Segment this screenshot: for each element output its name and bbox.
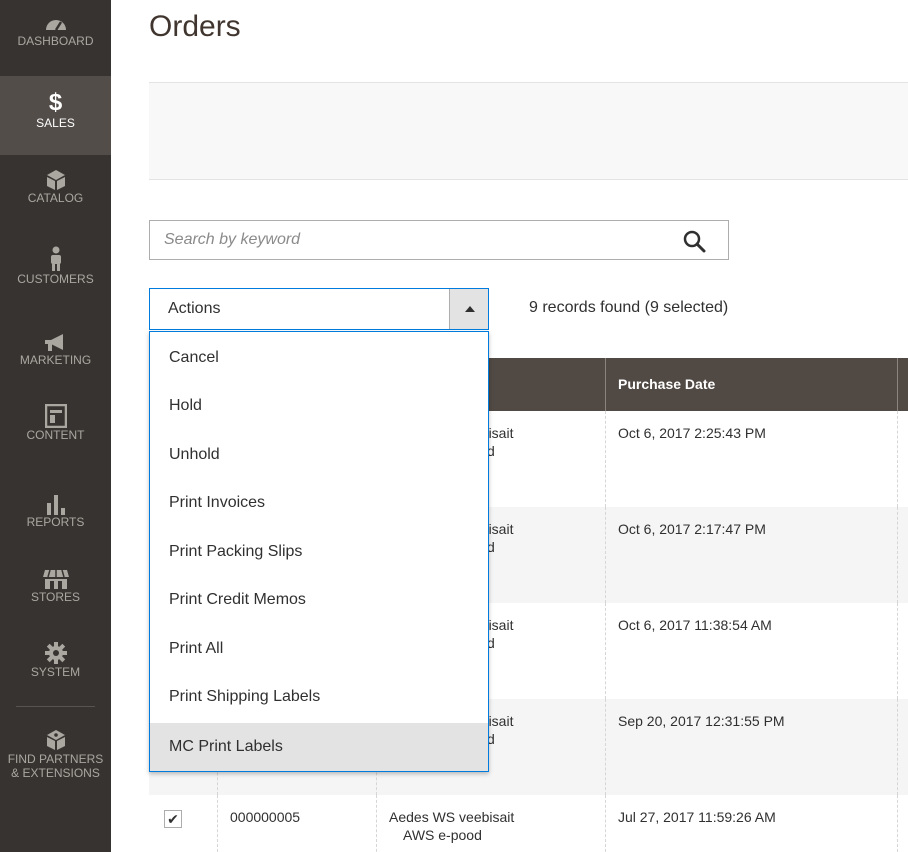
- cell-next: [897, 699, 908, 795]
- nav-label-reports: REPORTS: [26, 515, 85, 529]
- cell-purchase-date: Oct 6, 2017 2:25:43 PM: [605, 411, 897, 507]
- action-print-invoices[interactable]: Print Invoices: [150, 479, 488, 527]
- mass-actions-select[interactable]: Actions: [149, 288, 489, 330]
- nav-label-dashboard: DASHBOARD: [17, 34, 94, 48]
- box-icon: [46, 170, 65, 190]
- search-icon[interactable]: [682, 229, 706, 253]
- admin-sidebar: DASHBOARD $ SALES CATALOG CUSTOMERS MARK…: [0, 0, 111, 852]
- keyword-search: [149, 220, 729, 260]
- nav-label-partners-1: FIND PARTNERS: [7, 752, 104, 766]
- puzzle-cube-icon: [46, 730, 65, 750]
- chevron-up-icon: [465, 306, 475, 312]
- cell-purchase-date: Sep 20, 2017 12:31:55 PM: [605, 699, 897, 795]
- nav-label-content: CONTENT: [26, 428, 85, 442]
- cell-purchase-date: Oct 6, 2017 2:17:47 PM: [605, 507, 897, 603]
- action-unhold[interactable]: Unhold: [150, 431, 488, 479]
- store-line2: AWS e-pood: [403, 827, 482, 843]
- cell-purchase-date: Jul 27, 2017 11:59:26 AM: [605, 795, 897, 852]
- cell-next: [897, 507, 908, 603]
- cell-select: ✔: [149, 795, 217, 852]
- nav-label-catalog: CATALOG: [27, 191, 84, 205]
- nav-label-system: SYSTEM: [30, 665, 81, 679]
- action-print-all[interactable]: Print All: [150, 625, 488, 673]
- actions-toggle-button[interactable]: [449, 289, 488, 329]
- page-actions-bar: [149, 82, 908, 180]
- action-print-shipping-labels[interactable]: Print Shipping Labels: [150, 673, 488, 721]
- page-title: Orders: [149, 10, 241, 43]
- records-count: 9 records found (9 selected): [529, 299, 729, 316]
- layout-icon: [44, 404, 67, 428]
- action-hold[interactable]: Hold: [150, 382, 488, 430]
- nav-item-dashboard[interactable]: DASHBOARD: [0, 0, 111, 76]
- cell-next: [897, 411, 908, 507]
- nav-item-reports[interactable]: REPORTS: [0, 471, 111, 550]
- nav-item-customers[interactable]: CUSTOMERS: [0, 234, 111, 313]
- nav-label-customers: CUSTOMERS: [17, 272, 94, 286]
- cell-next: [897, 603, 908, 699]
- action-print-packing-slips[interactable]: Print Packing Slips: [150, 528, 488, 576]
- nav-item-content[interactable]: CONTENT: [0, 392, 111, 471]
- sidebar-divider: [16, 706, 95, 707]
- nav-item-system[interactable]: SYSTEM: [0, 629, 111, 706]
- bar-chart-icon: [46, 495, 65, 515]
- gear-icon: [44, 642, 67, 664]
- actions-label: Actions: [168, 300, 221, 317]
- search-input[interactable]: [150, 221, 670, 259]
- dollar-icon: $: [48, 89, 63, 116]
- action-print-credit-memos[interactable]: Print Credit Memos: [150, 576, 488, 624]
- dashboard-icon: [45, 20, 66, 31]
- nav-label-stores: STORES: [30, 590, 81, 604]
- action-cancel[interactable]: Cancel: [150, 334, 488, 382]
- column-header-purchase-date[interactable]: Purchase Date: [605, 358, 897, 411]
- nav-label-marketing: MARKETING: [19, 353, 92, 367]
- store-icon: [42, 569, 69, 589]
- column-header-next[interactable]: [897, 358, 908, 411]
- cell-purchase-point: Aedes WS veebisait AWS e-pood: [376, 795, 605, 852]
- action-mc-print-labels[interactable]: MC Print Labels: [150, 723, 488, 771]
- cell-next: [897, 795, 908, 852]
- nav-item-catalog[interactable]: CATALOG: [0, 155, 111, 234]
- actions-dropdown-menu: Cancel Hold Unhold Print Invoices Print …: [149, 331, 489, 772]
- row-checkbox[interactable]: ✔: [164, 810, 182, 828]
- nav-item-stores[interactable]: STORES: [0, 550, 111, 629]
- megaphone-icon: [44, 334, 63, 351]
- nav-item-marketing[interactable]: MARKETING: [0, 313, 111, 392]
- nav-label-partners-2: & EXTENSIONS: [11, 766, 100, 780]
- nav-item-sales[interactable]: $ SALES: [0, 76, 111, 155]
- table-row[interactable]: ✔ 000000005 Aedes WS veebisait AWS e-pood…: [149, 795, 908, 852]
- cell-purchase-date: Oct 6, 2017 11:38:54 AM: [605, 603, 897, 699]
- person-icon: [50, 246, 61, 271]
- nav-item-find-partners[interactable]: FIND PARTNERS & EXTENSIONS: [0, 716, 111, 796]
- store-line1: Aedes WS veebisait: [389, 809, 515, 825]
- cell-id: 000000005: [217, 795, 376, 852]
- nav-label-sales: SALES: [36, 116, 75, 130]
